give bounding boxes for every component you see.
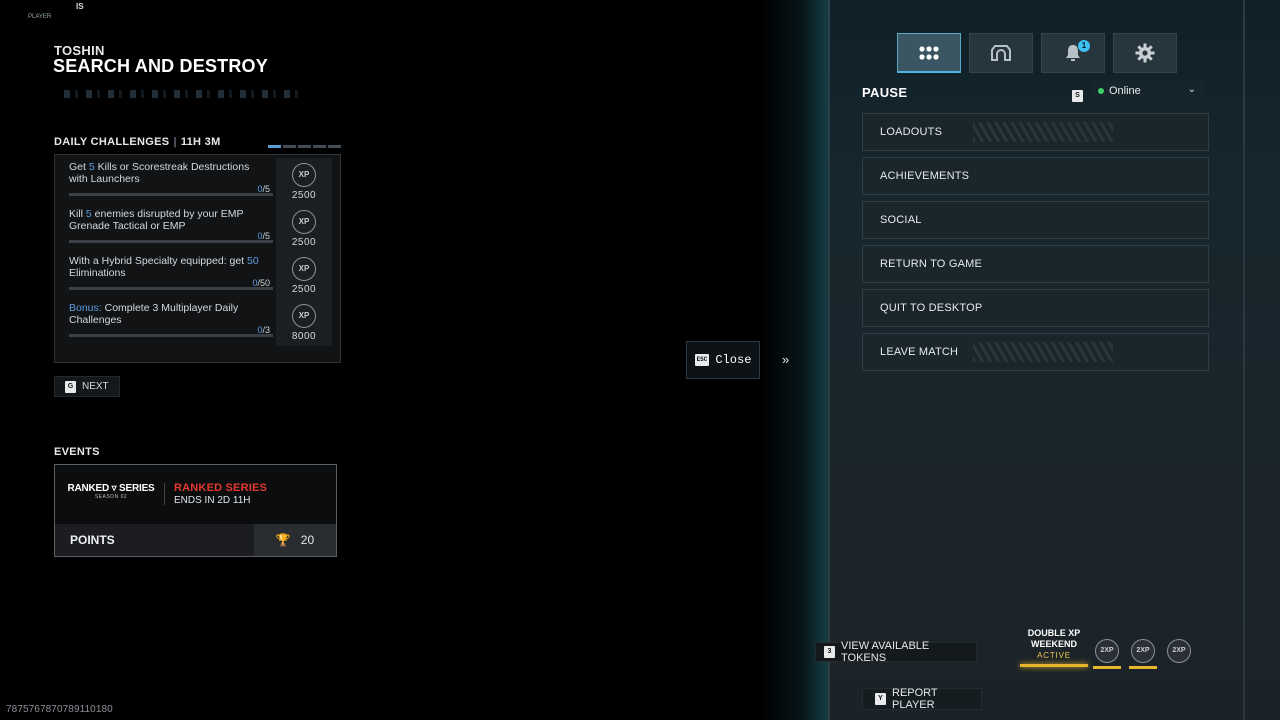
daily-challenges-timer: 11H 3M bbox=[180, 136, 221, 148]
pager-dot[interactable] bbox=[268, 145, 281, 148]
online-status-dropdown[interactable]: Online ⌄ bbox=[1092, 81, 1204, 101]
points-value: 20 bbox=[300, 533, 315, 547]
online-dot-icon bbox=[1098, 88, 1104, 94]
status-key-hint: S bbox=[1072, 84, 1083, 102]
chevron-right-icon[interactable]: » bbox=[782, 352, 789, 367]
challenge-progress-bar bbox=[69, 193, 273, 196]
top-tabs: 1 bbox=[897, 33, 1177, 73]
challenge-description: Bonus: Complete 3 Multiplayer Daily Chal… bbox=[69, 302, 239, 326]
grid-icon bbox=[919, 45, 939, 60]
close-button[interactable]: ESC Close bbox=[686, 341, 760, 379]
xp-icon: XP bbox=[292, 210, 316, 234]
challenge-progress-bar bbox=[69, 240, 273, 243]
key-hint: 3 bbox=[824, 646, 835, 658]
event-name: RANKED SERIES bbox=[174, 482, 268, 494]
daily-challenges-panel: Get 5 Kills or Scorestreak Destructions … bbox=[54, 154, 341, 363]
pager-dot[interactable] bbox=[313, 145, 326, 148]
ranked-series-logo: RANKED ▿ SERIES SEASON 02 bbox=[67, 483, 155, 500]
tab-notifications[interactable]: 1 bbox=[1041, 33, 1105, 73]
xp-icon: XP bbox=[292, 304, 316, 328]
key-hint: G bbox=[65, 380, 76, 393]
promo-underline bbox=[1020, 664, 1088, 667]
mode-name: SEARCH AND DESTROY bbox=[53, 56, 268, 76]
event-ends: ENDS IN 2D 11H bbox=[174, 495, 251, 506]
xp-icon: XP bbox=[292, 163, 316, 187]
reward-amount: 2500 bbox=[291, 190, 317, 201]
points-value-box: 🏆 20 bbox=[254, 524, 336, 556]
points-label: POINTS bbox=[70, 533, 115, 547]
challenge-description: Kill 5 enemies disrupted by your EMP Gre… bbox=[69, 208, 244, 232]
double-xp-promo[interactable]: DOUBLE XP WEEKEND ACTIVE bbox=[1020, 628, 1088, 667]
xp-token[interactable]: 2XP bbox=[1093, 639, 1121, 669]
challenge-progress-bar bbox=[69, 334, 273, 337]
player-label: PLAYER bbox=[28, 14, 52, 20]
glitch-decoration bbox=[64, 90, 304, 98]
challenge-progress-bar bbox=[69, 287, 273, 290]
xp-token-icon: 2XP bbox=[1167, 639, 1191, 663]
menu-item-loadouts[interactable]: LOADOUTS bbox=[862, 113, 1209, 151]
daily-challenges-header: DAILY CHALLENGES | 11H 3M bbox=[54, 136, 221, 148]
chevron-down-icon: ⌄ bbox=[1187, 84, 1196, 95]
xp-token-icon: 2XP bbox=[1131, 639, 1155, 663]
challenge-pager[interactable] bbox=[268, 145, 341, 148]
pager-dot[interactable] bbox=[298, 145, 311, 148]
xp-token-icon: 2XP bbox=[1095, 639, 1119, 663]
points-row: POINTS 🏆 20 bbox=[55, 524, 336, 556]
reward-amount: 2500 bbox=[291, 284, 317, 295]
pause-menu: LOADOUTS ACHIEVEMENTS SOCIAL RETURN TO G… bbox=[862, 113, 1209, 377]
key-hint: ESC bbox=[694, 354, 710, 366]
xp-token[interactable]: 2XP bbox=[1129, 639, 1157, 669]
events-title: EVENTS bbox=[54, 446, 100, 458]
pager-dot[interactable] bbox=[328, 145, 341, 148]
panel-edge bbox=[1243, 0, 1245, 720]
trophy-icon: 🏆 bbox=[275, 533, 291, 547]
challenge-row[interactable]: Get 5 Kills or Scorestreak Destructions … bbox=[55, 158, 340, 205]
menu-item-achievements[interactable]: ACHIEVEMENTS bbox=[862, 157, 1209, 195]
view-tokens-label: VIEW AVAILABLE TOKENS bbox=[841, 640, 930, 664]
challenge-reward: XP 2500 bbox=[276, 205, 332, 252]
next-button[interactable]: G NEXT bbox=[54, 376, 120, 397]
online-status-value: Online bbox=[1109, 85, 1141, 97]
pause-title: PAUSE bbox=[862, 85, 908, 100]
headset-icon bbox=[991, 45, 1011, 61]
menu-item-return-to-game[interactable]: RETURN TO GAME bbox=[862, 245, 1209, 283]
challenge-description: With a Hybrid Specialty equipped: get 50… bbox=[69, 255, 259, 279]
ranked-event-card[interactable]: RANKED ▿ SERIES SEASON 02 RANKED SERIES … bbox=[54, 464, 337, 557]
next-label: NEXT bbox=[82, 381, 109, 392]
tab-headset[interactable] bbox=[969, 33, 1033, 73]
divider bbox=[164, 483, 165, 505]
tab-settings[interactable] bbox=[1113, 33, 1177, 73]
promo-status: ACTIVE bbox=[1037, 651, 1071, 660]
pager-dot[interactable] bbox=[283, 145, 296, 148]
report-player-label: REPORT PLAYER bbox=[892, 687, 938, 711]
player-icon: IS bbox=[76, 2, 84, 11]
challenge-reward: XP 2500 bbox=[276, 252, 332, 299]
challenge-description: Get 5 Kills or Scorestreak Destructions … bbox=[69, 161, 250, 185]
challenge-reward: XP 2500 bbox=[276, 158, 332, 205]
header-separator: | bbox=[173, 136, 177, 148]
challenge-reward: XP 8000 bbox=[276, 299, 332, 346]
xp-icon: XP bbox=[292, 257, 316, 281]
challenge-row[interactable]: With a Hybrid Specialty equipped: get 50… bbox=[55, 252, 340, 299]
challenge-row[interactable]: Bonus: Complete 3 Multiplayer Daily Chal… bbox=[55, 299, 340, 346]
report-player-button[interactable]: Y REPORT PLAYER bbox=[862, 687, 982, 711]
xp-token[interactable]: 2XP bbox=[1165, 639, 1193, 667]
challenge-row[interactable]: Kill 5 enemies disrupted by your EMP Gre… bbox=[55, 205, 340, 252]
reward-amount: 8000 bbox=[291, 331, 317, 342]
close-label: Close bbox=[715, 353, 752, 367]
panel-glow bbox=[760, 0, 830, 720]
reward-amount: 2500 bbox=[291, 237, 317, 248]
view-tokens-button[interactable]: 3 VIEW AVAILABLE TOKENS bbox=[815, 640, 977, 664]
menu-item-quit-to-desktop[interactable]: QUIT TO DESKTOP bbox=[862, 289, 1209, 327]
tab-grid[interactable] bbox=[897, 33, 961, 73]
daily-challenges-title: DAILY CHALLENGES bbox=[54, 136, 170, 148]
gear-icon bbox=[1135, 43, 1155, 63]
menu-item-social[interactable]: SOCIAL bbox=[862, 201, 1209, 239]
notification-badge: 1 bbox=[1078, 40, 1090, 52]
menu-item-leave-match[interactable]: LEAVE MATCH bbox=[862, 333, 1209, 371]
key-hint: Y bbox=[875, 693, 886, 705]
build-id: 7875767870789110180 bbox=[6, 704, 113, 715]
